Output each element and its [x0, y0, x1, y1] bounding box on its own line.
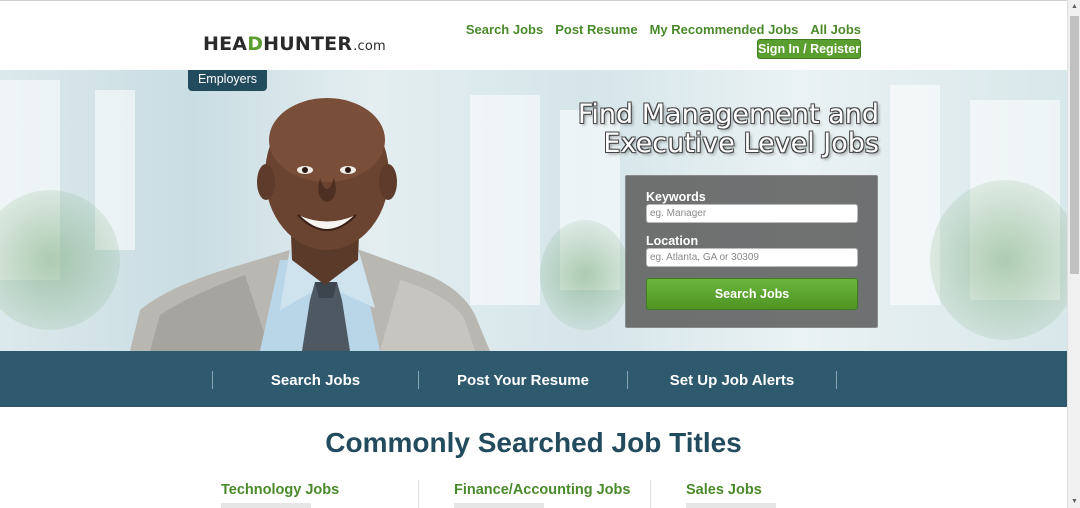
search-jobs-button[interactable]: Search Jobs [646, 278, 858, 310]
scroll-up-arrow-icon[interactable]: ▲ [1068, 0, 1080, 13]
section-title: Commonly Searched Job Titles [325, 427, 742, 458]
category-sales-jobs[interactable]: Sales Jobs [686, 482, 762, 498]
action-bar: Search Jobs Post Your Resume Set Up Job … [0, 351, 1067, 407]
nav-post-resume[interactable]: Post Resume [555, 22, 637, 37]
top-nav: Search Jobs Post Resume My Recommended J… [466, 22, 861, 37]
headhunter-logo[interactable]: HEADHUNTER.com [203, 33, 386, 55]
action-divider [836, 371, 837, 389]
logo-text-suffix: HUNTER [263, 33, 353, 55]
smiling-businessman-photo [130, 98, 490, 351]
hero-banner: Find Management and Executive Level Jobs… [0, 70, 1067, 351]
hero-headline-line2: Executive Level Jobs [603, 128, 879, 159]
location-input[interactable] [646, 248, 858, 267]
category-divider [418, 480, 419, 508]
nav-search-jobs[interactable]: Search Jobs [466, 22, 543, 37]
cut-off-list-item [454, 503, 544, 508]
cut-off-list-item [221, 503, 311, 508]
page: HEADHUNTER.com Search Jobs Post Resume M… [0, 0, 1080, 508]
sign-in-register-button[interactable]: Sign In / Register [757, 39, 861, 59]
logo-text-prefix: HEA [203, 33, 248, 55]
keywords-input[interactable] [646, 204, 858, 223]
nav-my-recommended-jobs[interactable]: My Recommended Jobs [650, 22, 799, 37]
nav-all-jobs[interactable]: All Jobs [810, 22, 861, 37]
category-divider [650, 480, 651, 508]
site-header: HEADHUNTER.com Search Jobs Post Resume M… [0, 0, 1067, 70]
logo-dotcom: .com [353, 39, 386, 54]
logo-arrow-d: D [247, 33, 264, 55]
job-search-form: Keywords Location Search Jobs [625, 175, 878, 328]
category-technology-jobs[interactable]: Technology Jobs [221, 482, 339, 498]
employers-tab[interactable]: Employers [188, 70, 267, 91]
keywords-label: Keywords [646, 190, 706, 204]
hero-headline: Find Management and Executive Level Jobs [578, 100, 879, 158]
location-label: Location [646, 234, 699, 248]
action-post-your-resume[interactable]: Post Your Resume [419, 372, 627, 389]
background-plant [540, 220, 630, 330]
scroll-down-arrow-icon[interactable]: ▼ [1068, 495, 1080, 508]
cut-off-list-item [686, 503, 776, 508]
background-plant [930, 180, 1067, 340]
hero-headline-line1: Find Management and [577, 99, 879, 130]
scrollbar-thumb[interactable] [1070, 16, 1079, 274]
action-search-jobs[interactable]: Search Jobs [213, 372, 418, 389]
action-set-up-job-alerts[interactable]: Set Up Job Alerts [628, 372, 836, 389]
category-finance-accounting-jobs[interactable]: Finance/Accounting Jobs [454, 482, 630, 498]
vertical-scrollbar[interactable]: ▲ ▼ [1067, 0, 1080, 508]
